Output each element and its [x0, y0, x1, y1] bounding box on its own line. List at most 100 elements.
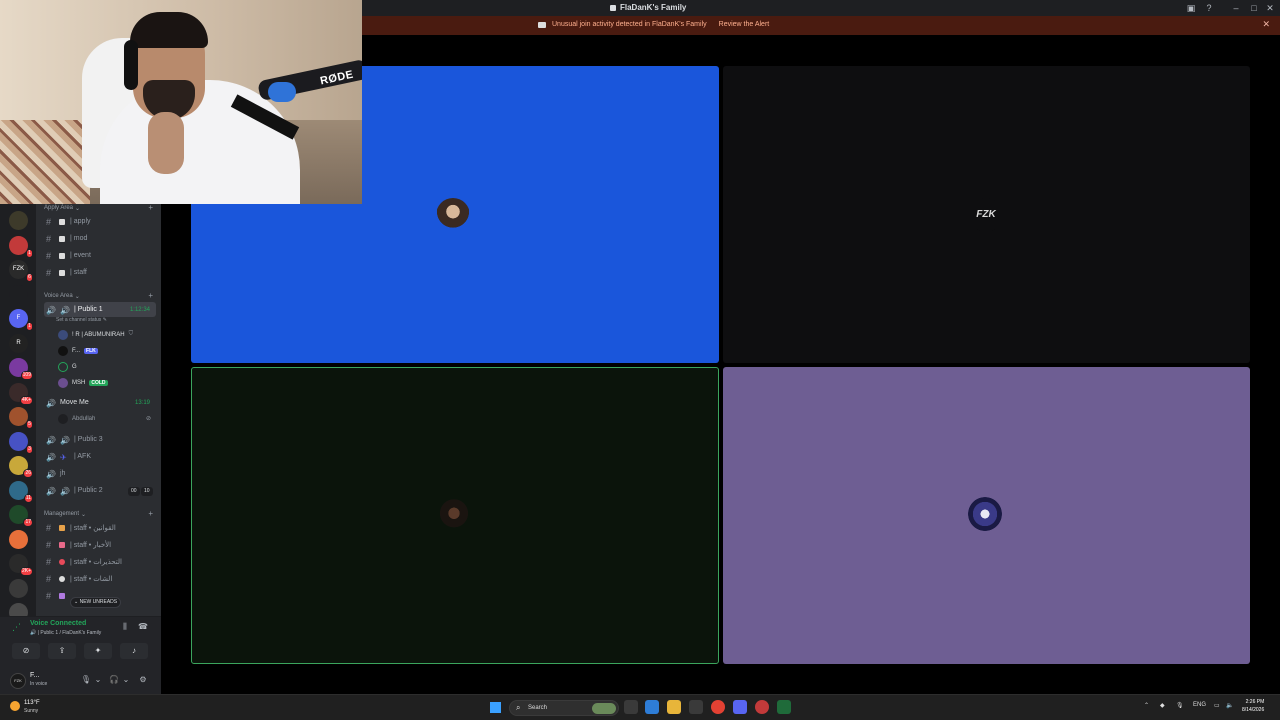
- system-clock[interactable]: 2:26 PM 8/14/2026: [1242, 698, 1264, 714]
- volume-icon[interactable]: 🔈: [1226, 702, 1233, 709]
- add-channel-icon[interactable]: +: [148, 291, 153, 300]
- app-icon[interactable]: [777, 700, 791, 714]
- new-unreads-label: NEW UNREADS: [79, 599, 118, 605]
- server-icon[interactable]: 1: [9, 235, 33, 258]
- server-icon[interactable]: 2K+: [9, 554, 33, 576]
- channel-staff-news[interactable]: # | staff • الأخبار: [44, 537, 156, 552]
- voice-channel-move-me[interactable]: 🔊 Move Me 13:19: [44, 395, 156, 410]
- voice-status[interactable]: Voice Connected: [30, 620, 86, 627]
- server-icon[interactable]: 26: [9, 456, 33, 478]
- copilot-icon[interactable]: [645, 700, 659, 714]
- noise-suppression-icon[interactable]: ⫼: [119, 622, 131, 634]
- channel-staff-warnings[interactable]: # | staff • التحذيرات: [44, 554, 156, 569]
- new-unreads-button[interactable]: ⌄ NEW UNREADS: [70, 597, 122, 608]
- participant-avatar: [436, 198, 470, 232]
- minimize-button[interactable]: –: [1230, 2, 1242, 14]
- chrome-icon[interactable]: [711, 700, 725, 714]
- voice-channel-afk[interactable]: 🔊 ✈ | AFK: [44, 449, 156, 464]
- close-alert-icon[interactable]: ✕: [1262, 19, 1270, 30]
- settings-gear-icon[interactable]: ⚙: [137, 675, 149, 687]
- video-tile[interactable]: FZK: [723, 66, 1250, 363]
- tray-app-icon[interactable]: ◆: [1160, 702, 1165, 709]
- server-icon[interactable]: [9, 529, 28, 549]
- channel-label: | Public 2: [74, 487, 103, 494]
- avatar: [58, 413, 68, 424]
- webcam-rug: [0, 120, 90, 204]
- voice-user-name: ! R | ABUMUNIRAH: [72, 331, 125, 338]
- taskbar-search[interactable]: ⌕ Search: [509, 700, 619, 716]
- user-tag: FLK: [84, 347, 98, 354]
- disconnect-icon[interactable]: ☎: [137, 622, 149, 634]
- headphones-icon[interactable]: 🎧: [108, 675, 120, 687]
- server-icon[interactable]: [9, 284, 28, 304]
- category-voice-area[interactable]: Voice Area ⌄: [44, 293, 80, 300]
- weather-temp[interactable]: 113°F: [24, 700, 40, 706]
- obs-icon[interactable]: [755, 700, 769, 714]
- task-view-icon[interactable]: [624, 700, 638, 714]
- file-explorer-icon[interactable]: [667, 700, 681, 714]
- server-label: FZK: [12, 266, 25, 272]
- channel-event[interactable]: # | event: [44, 248, 156, 263]
- video-tile[interactable]: [723, 367, 1250, 664]
- avatar[interactable]: FZK: [10, 673, 26, 689]
- channel-staff-chat[interactable]: # | staff • الشات: [44, 571, 156, 586]
- voice-channel-public-3[interactable]: 🔊 🔊 | Public 3: [44, 432, 156, 447]
- discord-taskbar-icon[interactable]: [733, 700, 747, 714]
- close-window-button[interactable]: ✕: [1264, 2, 1276, 14]
- voice-user[interactable]: F... FLK: [58, 344, 98, 357]
- microphone-icon[interactable]: 🎙: [80, 675, 92, 687]
- channel-staff[interactable]: # | staff: [44, 265, 156, 280]
- channel-staff-rules[interactable]: # | staff • القوانين: [44, 520, 156, 535]
- network-icon[interactable]: ▭: [1214, 702, 1220, 709]
- camera-off-button[interactable]: ⊘: [12, 643, 40, 659]
- channel-emoji-icon: [59, 524, 65, 531]
- server-icon[interactable]: 4K+: [9, 382, 33, 405]
- server-icon[interactable]: 109: [9, 358, 33, 380]
- video-tile-speaking[interactable]: [191, 367, 719, 664]
- windows-start-icon[interactable]: [490, 702, 501, 713]
- server-icon[interactable]: 3: [9, 431, 33, 454]
- webcam-person-hand: [148, 112, 184, 174]
- voice-user[interactable]: ! R | ABUMUNIRAH ⛉: [58, 328, 133, 341]
- channel-mod[interactable]: # | mod: [44, 231, 156, 246]
- activities-button[interactable]: ✦: [84, 643, 112, 659]
- voice-channel-jh[interactable]: 🔊 jh: [44, 466, 156, 481]
- server-icon[interactable]: 5: [9, 407, 33, 429]
- voice-user[interactable]: Abdullah ⊘: [58, 412, 151, 425]
- server-icon[interactable]: 17: [9, 505, 33, 527]
- category-management[interactable]: Management ⌄: [44, 511, 86, 518]
- chevron-down-icon[interactable]: ⌄: [92, 675, 104, 687]
- help-icon[interactable]: ?: [1203, 2, 1215, 14]
- tray-mic-icon[interactable]: 🎙: [1176, 702, 1184, 709]
- channel-status[interactable]: Set a channel status ✎: [56, 317, 107, 323]
- voice-location[interactable]: 🔊 | Public 1 / FlaDanK's Family: [30, 630, 101, 636]
- channel-label: | Public 1: [74, 306, 103, 313]
- review-alert-link[interactable]: Review the Alert: [719, 21, 770, 28]
- speaker-icon: 🔊: [30, 630, 38, 636]
- chevron-down-icon[interactable]: ⌄: [120, 675, 132, 687]
- server-icon[interactable]: [9, 578, 28, 598]
- server-icon[interactable]: FZK 6: [9, 260, 33, 282]
- voice-user[interactable]: MSH COLD: [58, 376, 108, 389]
- weather-sun-icon[interactable]: [10, 701, 20, 711]
- add-channel-icon[interactable]: +: [148, 203, 153, 212]
- language-indicator[interactable]: ENG: [1193, 702, 1206, 708]
- server-icon[interactable]: F1: [9, 309, 33, 331]
- pencil-icon: ✎: [102, 317, 107, 323]
- voice-channel-public-1[interactable]: 🔊 🔊 | Public 1 1:12:34: [44, 302, 156, 317]
- soundboard-button[interactable]: ♪: [120, 643, 148, 659]
- server-icon[interactable]: R: [9, 333, 28, 353]
- server-icon[interactable]: 11: [9, 480, 33, 503]
- store-icon[interactable]: [689, 700, 703, 714]
- channel-emoji-icon: [59, 575, 65, 582]
- add-channel-icon[interactable]: +: [148, 509, 153, 518]
- inbox-icon[interactable]: ▣: [1185, 2, 1197, 14]
- screen-share-button[interactable]: ⇪: [48, 643, 76, 659]
- username[interactable]: F...: [30, 672, 39, 679]
- server-icon[interactable]: [9, 211, 28, 230]
- tray-chevron-icon[interactable]: ⌃: [1144, 702, 1149, 709]
- category-apply-area[interactable]: Apply Area ⌄: [44, 205, 80, 212]
- maximize-button[interactable]: □: [1248, 2, 1260, 14]
- channel-apply[interactable]: # | apply: [44, 214, 156, 229]
- voice-user[interactable]: G: [58, 360, 77, 373]
